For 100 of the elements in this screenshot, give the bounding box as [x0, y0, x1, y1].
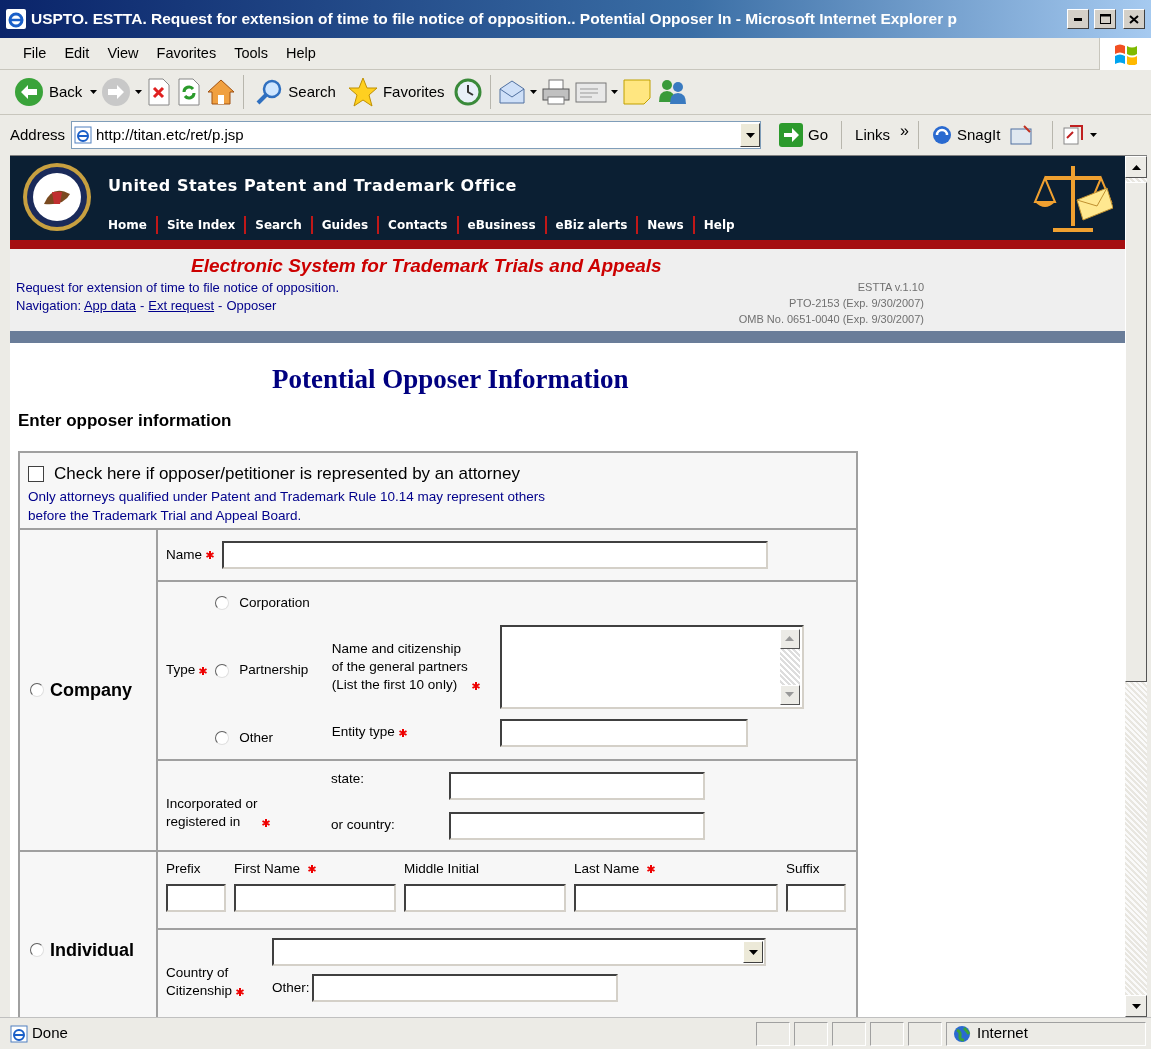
nav-link[interactable]: Contacts	[388, 216, 448, 234]
radio-label: Partnership	[239, 661, 309, 680]
menu-item[interactable]: Edit	[55, 40, 99, 67]
system-title: Electronic System for Trademark Trials and Appeals	[191, 254, 662, 278]
address-label: Address	[10, 124, 66, 145]
radio-button[interactable]	[30, 683, 44, 697]
breadcrumb-current: Opposer	[226, 298, 277, 313]
caret-icon[interactable]	[135, 90, 143, 94]
field-label: Other:	[272, 978, 310, 997]
checkbox-label: Check here if opposer/petitioner is represented by an attorney	[54, 463, 520, 485]
version-text: PTO-2153 (Exp. 9/30/2007)	[788, 296, 924, 311]
caret-icon[interactable]	[529, 90, 537, 94]
favorites-button[interactable]: Favorites	[343, 75, 449, 109]
go-button[interactable]: Go	[775, 121, 833, 149]
nav-link[interactable]: Guides	[321, 216, 369, 234]
nav-link[interactable]: Search	[255, 216, 302, 234]
down-arrow-icon	[785, 692, 795, 697]
page-icon	[74, 126, 93, 144]
field-label: or country:	[331, 816, 396, 835]
maximize-icon	[1099, 14, 1111, 24]
menu-item[interactable]: Favorites	[147, 40, 226, 67]
radio-button[interactable]	[30, 943, 44, 957]
version-text: ESTTA v.1.10	[856, 280, 924, 295]
field-label: Prefix	[166, 859, 201, 878]
status-pane	[794, 1021, 828, 1046]
breadcrumb-link[interactable]: App data	[83, 298, 136, 313]
menu-item[interactable]: Tools	[225, 40, 278, 67]
name-input[interactable]	[574, 884, 778, 912]
snagit-button[interactable]: SnagIt	[928, 121, 1005, 149]
window-title: USPTO. ESTTA. Request for extension of time to file notice of opposition.. Potential Opposer In - Microsoft Internet Explorer p	[31, 9, 959, 30]
windows-flag-icon	[1113, 42, 1138, 65]
required-asterisk-icon	[261, 818, 270, 827]
up-arrow-icon	[785, 636, 795, 641]
radio-button[interactable]	[215, 596, 230, 611]
other-country-input[interactable]	[311, 974, 618, 1002]
history-icon[interactable]	[452, 77, 483, 107]
seal-icon	[22, 162, 92, 232]
required-asterisk-icon	[199, 666, 208, 675]
nav-link[interactable]: eBusiness	[467, 216, 536, 234]
menu-item[interactable]: Help	[277, 40, 325, 67]
dropdown-button[interactable]	[740, 123, 761, 147]
swirl-icon	[932, 125, 952, 145]
caret-icon[interactable]	[90, 90, 98, 94]
maximize-button[interactable]	[1094, 9, 1116, 29]
field-label: Middle Initial	[404, 859, 480, 878]
stop-icon[interactable]	[146, 78, 173, 106]
breadcrumb-separator: -	[218, 298, 223, 313]
name-input[interactable]	[786, 884, 846, 912]
attorney-checkbox[interactable]	[28, 465, 44, 482]
country-input[interactable]	[449, 811, 705, 840]
entity-type-input[interactable]	[499, 718, 748, 747]
name-input[interactable]	[222, 541, 768, 569]
caret-icon[interactable]	[610, 90, 618, 94]
country-dropdown[interactable]	[272, 938, 766, 966]
search-button[interactable]: Search	[251, 76, 340, 108]
capture-icon[interactable]	[1010, 125, 1033, 145]
globe-icon	[953, 1024, 971, 1043]
refresh-icon[interactable]	[176, 78, 203, 106]
menu-item[interactable]: View	[98, 40, 148, 67]
field-label: state:	[331, 770, 366, 789]
field-label: Country of Citizenship	[166, 964, 233, 1000]
star-icon	[347, 77, 378, 107]
url-text: http://titan.etc/ret/p.jsp	[96, 124, 245, 145]
menu-item[interactable]: File	[14, 40, 56, 67]
partners-text-area[interactable]	[499, 624, 804, 709]
state-input[interactable]	[449, 771, 705, 800]
address-field[interactable]: http://titan.etc/ret/p.jsp	[71, 121, 762, 149]
required-asterisk-icon	[398, 728, 407, 737]
status-pane	[870, 1021, 904, 1046]
required-asterisk-icon	[308, 865, 316, 873]
back-button[interactable]: Back	[10, 75, 87, 109]
nav-link[interactable]: Site Index	[166, 216, 236, 234]
breadcrumb-separator: -	[140, 298, 145, 313]
version-text: OMB No. 0651-0040 (Exp. 9/30/2007)	[738, 312, 924, 327]
name-input[interactable]	[166, 884, 226, 912]
required-asterisk-icon	[471, 681, 480, 690]
radio-button[interactable]	[215, 730, 230, 745]
radio-label: Other	[239, 728, 274, 747]
nav-link[interactable]: Home	[108, 216, 147, 234]
status-pane	[832, 1021, 866, 1046]
minimize-icon	[1074, 17, 1082, 21]
minimize-button[interactable]	[1067, 9, 1089, 29]
site-title: United States Patent and Trademark Office	[108, 175, 518, 197]
nav-link[interactable]: Help	[703, 216, 735, 234]
zone-text: Internet	[977, 1023, 1028, 1044]
radio-button[interactable]	[215, 663, 230, 678]
chevron-text: »	[900, 121, 909, 141]
vertical-scrollbar[interactable]	[1125, 156, 1147, 1017]
links-button[interactable]: Links	[851, 121, 895, 149]
breadcrumb-link[interactable]: Ext request	[148, 298, 215, 313]
name-input[interactable]	[404, 884, 566, 912]
name-input[interactable]	[234, 884, 396, 912]
status-pane	[756, 1021, 790, 1046]
nav-link[interactable]: eBiz alerts	[555, 216, 628, 234]
caret-icon[interactable]	[1090, 133, 1098, 137]
home-icon[interactable]	[206, 78, 237, 106]
required-asterisk-icon	[236, 988, 245, 996]
close-button[interactable]	[1123, 9, 1145, 29]
nav-link[interactable]: News	[647, 216, 684, 234]
dropdown-button[interactable]	[743, 941, 763, 963]
